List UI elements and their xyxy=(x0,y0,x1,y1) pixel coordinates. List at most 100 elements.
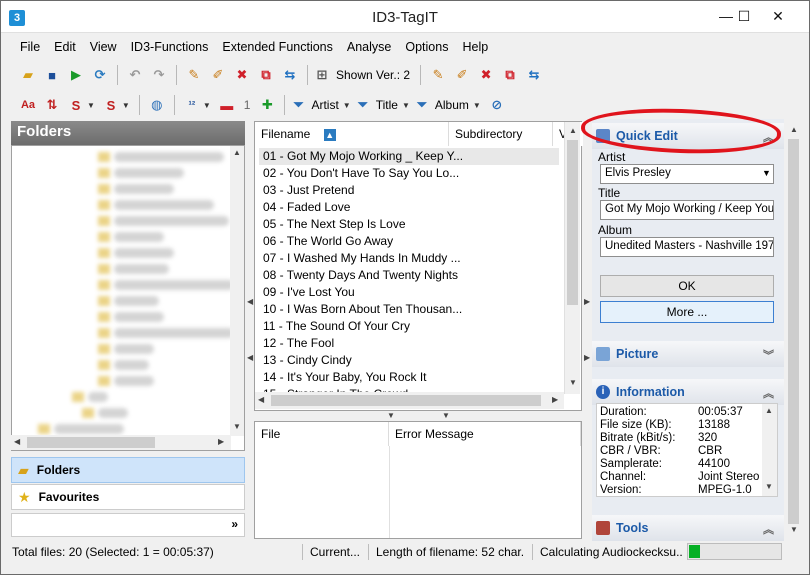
artist-field[interactable]: Elvis Presley xyxy=(600,164,774,184)
scroll-up-icon[interactable]: ▲ xyxy=(233,148,241,157)
splitter-down-icon[interactable]: ▼ xyxy=(387,411,395,420)
delete-v2-icon[interactable]: ✖ xyxy=(475,64,497,86)
tree-horizontal-scrollbar[interactable]: ◀ ▶ xyxy=(11,435,231,450)
file-row[interactable]: 01 - Got My Mojo Working _ Keep Y...1. xyxy=(259,148,559,165)
nav-folders[interactable]: ▰ Folders xyxy=(11,457,245,483)
file-list-vertical-scrollbar[interactable]: ▲ ▼ xyxy=(564,122,580,394)
refresh-icon[interactable]: ⟳ xyxy=(89,64,111,86)
case-convert-icon[interactable]: Aa xyxy=(17,94,39,116)
transfer-tag-icon[interactable]: ⇆ xyxy=(279,64,301,86)
tree-item[interactable] xyxy=(114,232,164,242)
minus-icon[interactable]: ▬ xyxy=(216,94,238,116)
undo-icon[interactable]: ↶ xyxy=(124,64,146,86)
scroll-left-icon[interactable]: ◀ xyxy=(258,395,264,404)
scroll-thumb[interactable] xyxy=(567,140,578,305)
file-list-horizontal-scrollbar[interactable]: ◀ ▶ xyxy=(255,392,564,409)
tree-item[interactable] xyxy=(114,360,149,370)
error-list[interactable]: File Error Message xyxy=(254,421,582,539)
file-row[interactable]: 03 - Just Pretend1. xyxy=(259,182,559,199)
chevron-down-icon[interactable]: ▼ xyxy=(402,101,410,110)
file-row[interactable]: 08 - Twenty Days And Twenty Nights1. xyxy=(259,267,559,284)
tree-item[interactable] xyxy=(114,264,169,274)
col-subdirectory[interactable]: Subdirectory xyxy=(449,122,553,146)
close-button[interactable]: ✕ xyxy=(761,5,795,27)
filter-artist[interactable]: Artist xyxy=(307,98,342,112)
menu-options[interactable]: Options xyxy=(398,36,455,58)
clear-filter-icon[interactable]: ⊘ xyxy=(486,94,508,116)
edit-v2-icon[interactable]: ✎ xyxy=(427,64,449,86)
col-file[interactable]: File xyxy=(255,422,389,446)
menu-view[interactable]: View xyxy=(83,36,124,58)
copy-tag-icon[interactable]: ⧉ xyxy=(255,64,277,86)
maximize-button[interactable]: ☐ xyxy=(727,5,761,27)
splitter-right-icon[interactable]: ▶ xyxy=(584,297,590,306)
expand-icon[interactable]: ︾ xyxy=(763,347,774,363)
info-scrollbar[interactable]: ▲ ▼ xyxy=(762,404,777,496)
globe-icon[interactable]: ◍ xyxy=(146,94,168,116)
chevron-down-icon[interactable]: ▼ xyxy=(203,101,211,110)
tree-item[interactable] xyxy=(114,200,214,210)
scroll-thumb[interactable] xyxy=(27,437,155,448)
tree-item[interactable] xyxy=(114,184,174,194)
tree-item[interactable] xyxy=(114,216,229,226)
file-row[interactable]: 11 - The Sound Of Your Cry1. xyxy=(259,318,559,335)
splitter-left-icon[interactable]: ◀ xyxy=(247,297,253,306)
scroll-thumb[interactable] xyxy=(788,139,799,524)
file-row[interactable]: 10 - I Was Born About Ten Thousan...1. xyxy=(259,301,559,318)
swap-icon[interactable]: ⇅ xyxy=(41,94,63,116)
delete-tag-icon[interactable]: ✖ xyxy=(231,64,253,86)
redo-icon[interactable]: ↷ xyxy=(148,64,170,86)
chevron-down-icon[interactable]: ▼ xyxy=(87,101,95,110)
sort-asc-icon[interactable]: ▲ xyxy=(323,129,336,141)
file-row[interactable]: 14 - It's Your Baby, You Rock It1. xyxy=(259,369,559,386)
sort-icon[interactable]: S xyxy=(65,94,87,116)
save-icon[interactable]: ■ xyxy=(41,64,63,86)
tree-item[interactable] xyxy=(98,408,128,418)
copy-v2-icon[interactable]: ⧉ xyxy=(499,64,521,86)
file-row[interactable]: 13 - Cindy Cindy1. xyxy=(259,352,559,369)
scroll-up-icon[interactable]: ▲ xyxy=(569,126,577,135)
scroll-up-icon[interactable]: ▲ xyxy=(765,406,773,415)
tree-item[interactable] xyxy=(114,152,224,162)
collapse-icon[interactable]: ︽ xyxy=(763,385,774,401)
file-row[interactable]: 05 - The Next Step Is Love1. xyxy=(259,216,559,233)
picture-header[interactable]: Picture ︾ xyxy=(592,341,784,367)
tree-item[interactable] xyxy=(114,248,174,258)
scroll-down-icon[interactable]: ▼ xyxy=(790,525,798,534)
scroll-down-icon[interactable]: ▼ xyxy=(233,422,241,431)
tree-item[interactable] xyxy=(54,424,124,434)
tree-item[interactable] xyxy=(114,168,184,178)
menu-analyse[interactable]: Analyse xyxy=(340,36,398,58)
menu-file[interactable]: File xyxy=(13,36,47,58)
open-folder-icon[interactable]: ▰ xyxy=(17,64,39,86)
scroll-down-icon[interactable]: ▼ xyxy=(569,378,577,387)
magic-edit-icon[interactable]: ✐ xyxy=(207,64,229,86)
scroll-thumb[interactable] xyxy=(271,395,541,406)
scroll-left-icon[interactable]: ◀ xyxy=(14,437,20,446)
splitter-left-icon[interactable]: ◀ xyxy=(247,353,253,362)
file-row[interactable]: 07 - I Washed My Hands In Muddy ...1. xyxy=(259,250,559,267)
splitter-down-icon[interactable]: ▼ xyxy=(442,411,450,420)
file-row[interactable]: 12 - The Fool1. xyxy=(259,335,559,352)
filter-album[interactable]: Album xyxy=(431,98,473,112)
file-row[interactable]: 09 - I've Lost You1. xyxy=(259,284,559,301)
tree-item[interactable] xyxy=(114,376,154,386)
chevron-down-icon[interactable]: ▼ xyxy=(343,101,351,110)
magic-v2-icon[interactable]: ✐ xyxy=(451,64,473,86)
chevron-down-icon[interactable]: ▼ xyxy=(473,101,481,110)
file-row[interactable]: 02 - You Don't Have To Say You Lo...1. xyxy=(259,165,559,182)
album-field[interactable]: Unedited Masters - Nashville 1970 xyxy=(600,237,774,257)
chevron-down-icon[interactable]: ▼ xyxy=(762,168,771,178)
shown-version-label[interactable]: Shown Ver.: 2 xyxy=(332,68,414,82)
splitter-right-icon[interactable]: ▶ xyxy=(584,353,590,362)
tree-item[interactable] xyxy=(114,280,234,290)
tree-item[interactable] xyxy=(88,392,108,402)
col-filename[interactable]: Filename ▲ xyxy=(255,122,449,146)
play-icon[interactable]: ▶ xyxy=(65,64,87,86)
tree-item[interactable] xyxy=(114,296,159,306)
tree-item[interactable] xyxy=(114,312,164,322)
more-button[interactable]: More ... xyxy=(600,301,774,323)
tree-item[interactable] xyxy=(114,344,154,354)
menu-extended-functions[interactable]: Extended Functions xyxy=(215,36,340,58)
sort-options-icon[interactable]: S xyxy=(100,94,122,116)
